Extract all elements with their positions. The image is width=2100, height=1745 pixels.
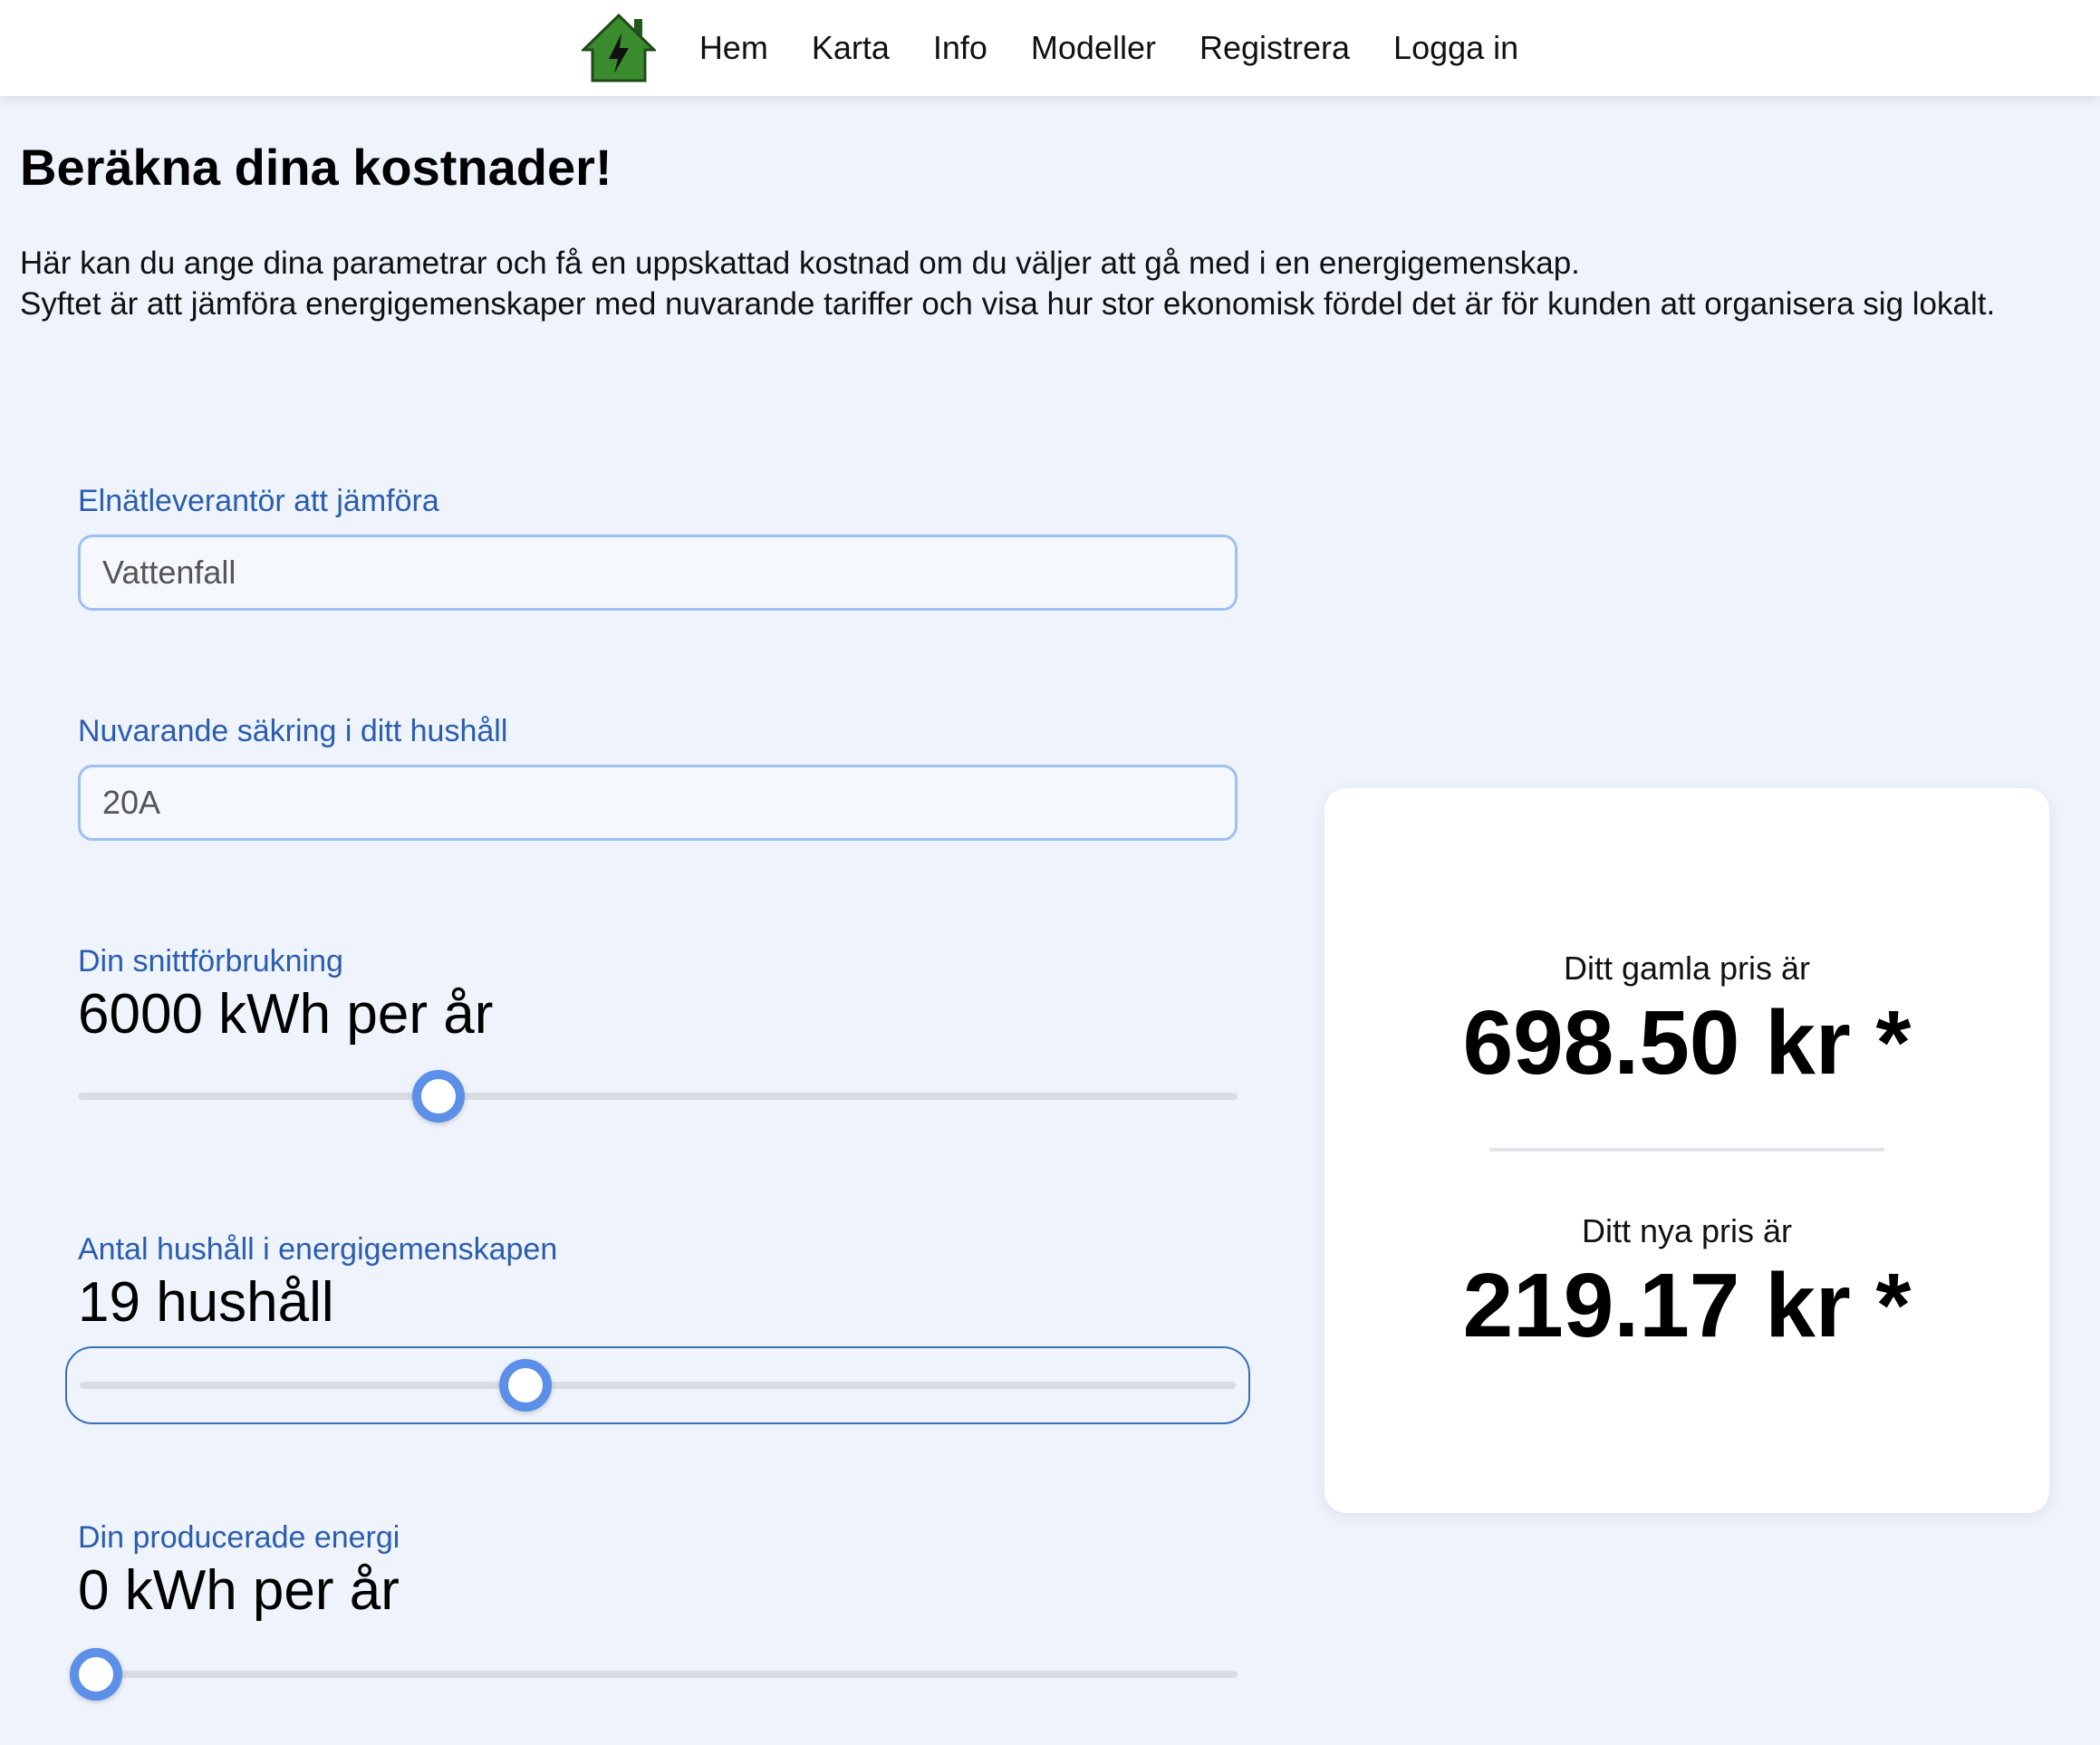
- nav-link-logga-in[interactable]: Logga in: [1393, 29, 1518, 67]
- nav-inner: Hem Karta Info Modeller Registrera Logga…: [581, 14, 1518, 82]
- consumption-slider-thumb[interactable]: [412, 1070, 466, 1123]
- nav-link-registrera[interactable]: Registrera: [1199, 29, 1350, 67]
- intro-text: Här kan du ange dina parametrar och få e…: [20, 243, 2067, 324]
- consumption-slider-track[interactable]: [78, 1093, 1238, 1100]
- households-slider[interactable]: [65, 1346, 1250, 1424]
- new-price-label: Ditt nya pris är: [1581, 1212, 1793, 1249]
- result-divider: [1489, 1148, 1884, 1152]
- page-title: Beräkna dina kostnader!: [20, 139, 612, 196]
- households-slider-thumb[interactable]: [499, 1359, 553, 1412]
- households-label: Antal hushåll i energigemenskapen: [78, 1232, 558, 1267]
- production-slider-thumb[interactable]: [70, 1648, 122, 1701]
- fuse-label: Nuvarande säkring i ditt hushåll: [78, 714, 508, 748]
- production-slider[interactable]: [70, 1647, 1238, 1702]
- house-lightning-icon[interactable]: [581, 14, 656, 82]
- nav-link-modeller[interactable]: Modeller: [1031, 29, 1156, 67]
- production-slider-track[interactable]: [78, 1671, 1238, 1678]
- provider-input[interactable]: [78, 535, 1238, 611]
- households-slider-track[interactable]: [80, 1382, 1236, 1389]
- nav-link-hem[interactable]: Hem: [699, 29, 768, 67]
- fuse-input[interactable]: [78, 765, 1238, 841]
- old-price-label: Ditt gamla pris är: [1563, 950, 1811, 987]
- production-label: Din producerade energi: [78, 1520, 400, 1555]
- intro-line-2: Syftet är att jämföra energigemenskaper …: [20, 286, 1996, 322]
- provider-label: Elnätleverantör att jämföra: [78, 484, 439, 518]
- result-card: Ditt gamla pris är 698.50 kr * Ditt nya …: [1325, 788, 2049, 1513]
- production-value: 0 kWh per år: [78, 1559, 400, 1622]
- consumption-value: 6000 kWh per år: [78, 983, 494, 1046]
- nav-link-karta[interactable]: Karta: [812, 29, 890, 67]
- consumption-label: Din snittförbrukning: [78, 944, 343, 979]
- intro-line-1: Här kan du ange dina parametrar och få e…: [20, 246, 1580, 281]
- navbar: Hem Karta Info Modeller Registrera Logga…: [0, 0, 2100, 96]
- consumption-slider[interactable]: [78, 1069, 1238, 1123]
- nav-link-info[interactable]: Info: [933, 29, 987, 67]
- old-price-value: 698.50 kr *: [1462, 992, 1912, 1094]
- households-value: 19 hushåll: [78, 1271, 334, 1334]
- new-price-value: 219.17 kr *: [1462, 1255, 1912, 1356]
